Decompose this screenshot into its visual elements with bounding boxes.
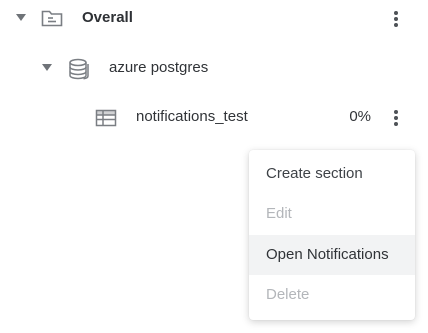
tree-node-label: notifications_test (136, 108, 248, 125)
database-icon (67, 57, 91, 81)
context-menu: Create section Edit Open Notifications D… (249, 150, 415, 320)
expand-caret-icon[interactable] (16, 14, 26, 21)
menu-item-edit[interactable]: Edit (249, 194, 415, 234)
tree-panel: Overall azure postgres notifications_tes… (0, 0, 428, 333)
menu-item-delete[interactable]: Delete (249, 275, 415, 315)
tree-node-overall[interactable]: Overall (0, 0, 428, 36)
progress-percent: 0% (349, 108, 371, 125)
folder-icon (40, 6, 64, 30)
menu-item-open-notifications[interactable]: Open Notifications (249, 235, 415, 275)
tree-node-database[interactable]: azure postgres (0, 50, 428, 86)
expand-caret-icon[interactable] (42, 64, 52, 71)
tree-node-label: Overall (82, 9, 133, 26)
tree-node-label: azure postgres (109, 59, 209, 76)
more-options-icon[interactable] (386, 7, 406, 31)
table-icon (94, 106, 118, 130)
menu-item-create-section[interactable]: Create section (249, 154, 415, 194)
more-options-icon[interactable] (386, 106, 406, 130)
tree-node-table[interactable]: notifications_test 0% (0, 99, 428, 135)
